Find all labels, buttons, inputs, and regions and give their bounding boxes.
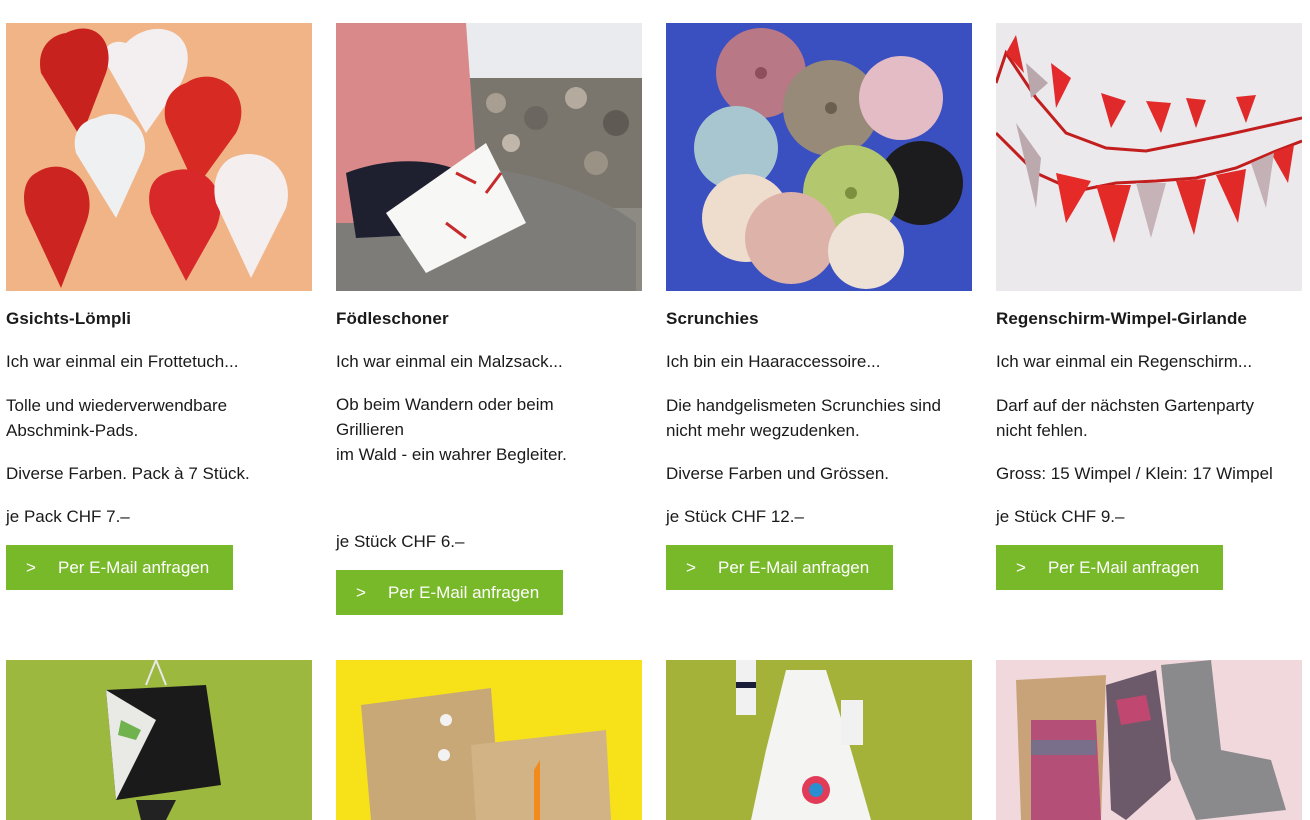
product-title: Födleschoner	[336, 309, 449, 328]
product-price: je Pack CHF 7.–	[6, 507, 130, 526]
product-description: Die handgelismeten Scrunchies sind nicht…	[666, 396, 941, 440]
product-tagline: Ich war einmal ein Regenschirm...	[996, 352, 1253, 371]
email-request-button[interactable]: > Per E-Mail anfragen	[336, 570, 563, 615]
product-description: Darf auf der nächsten Gartenparty nicht …	[996, 396, 1254, 440]
product-price: je Stück CHF 12.–	[666, 507, 804, 526]
product-image-foedleschoner[interactable]	[336, 23, 642, 291]
product-card-row2-2	[336, 660, 642, 820]
product-tagline: Ich war einmal ein Malzsack...	[336, 352, 563, 371]
product-price: je Stück CHF 9.–	[996, 507, 1125, 526]
chevron-right-icon: >	[26, 557, 36, 577]
product-card-scrunchies: Scrunchies Ich bin ein Haaraccessoire...…	[666, 23, 972, 590]
product-image-drawstring-bag[interactable]	[6, 660, 312, 820]
product-extra: Diverse Farben und Grössen.	[666, 464, 889, 483]
product-image-regenschirm-girlande[interactable]	[996, 23, 1302, 291]
product-description: Tolle und wiederverwendbare Abschmink-Pa…	[6, 396, 228, 440]
button-label: Per E-Mail anfragen	[718, 557, 870, 577]
product-extra: Gross: 15 Wimpel / Klein: 17 Wimpel	[996, 464, 1273, 483]
email-request-button[interactable]: > Per E-Mail anfragen	[996, 545, 1223, 590]
product-card-row2-1	[6, 660, 312, 820]
chevron-right-icon: >	[1016, 557, 1026, 577]
chevron-right-icon: >	[686, 557, 696, 577]
product-title: Regenschirm-Wimpel-Girlande	[996, 309, 1247, 328]
product-card-row2-3	[666, 660, 972, 820]
product-title: Gsichts-Lömpli	[6, 309, 132, 328]
product-card-gsichts-loempli: Gsichts-Lömpli Ich war einmal ein Frotte…	[6, 23, 312, 590]
product-image-gsichts-loempli[interactable]	[6, 23, 312, 291]
product-image-scrunchies[interactable]	[666, 23, 972, 291]
button-label: Per E-Mail anfragen	[388, 582, 540, 602]
button-label: Per E-Mail anfragen	[58, 557, 210, 577]
button-label: Per E-Mail anfragen	[1048, 557, 1200, 577]
product-extra: Diverse Farben. Pack à 7 Stück.	[6, 464, 250, 483]
product-price: je Stück CHF 6.–	[336, 532, 465, 551]
product-card-regenschirm-girlande: Regenschirm-Wimpel-Girlande Ich war einm…	[996, 23, 1302, 590]
product-card-row2-4	[996, 660, 1302, 820]
product-tagline: Ich war einmal ein Frottetuch...	[6, 352, 239, 371]
chevron-right-icon: >	[356, 582, 366, 602]
product-title: Scrunchies	[666, 309, 759, 328]
product-tagline: Ich bin ein Haaraccessoire...	[666, 352, 881, 371]
product-image-socks[interactable]	[996, 660, 1302, 820]
product-image-envelope[interactable]	[336, 660, 642, 820]
product-description: Ob beim Wandern oder beim Grillieren im …	[336, 395, 567, 464]
email-request-button[interactable]: > Per E-Mail anfragen	[6, 545, 233, 590]
product-card-foedleschoner: Födleschoner Ich war einmal ein Malzsack…	[336, 23, 642, 615]
product-image-tote-bag[interactable]	[666, 660, 972, 820]
email-request-button[interactable]: > Per E-Mail anfragen	[666, 545, 893, 590]
